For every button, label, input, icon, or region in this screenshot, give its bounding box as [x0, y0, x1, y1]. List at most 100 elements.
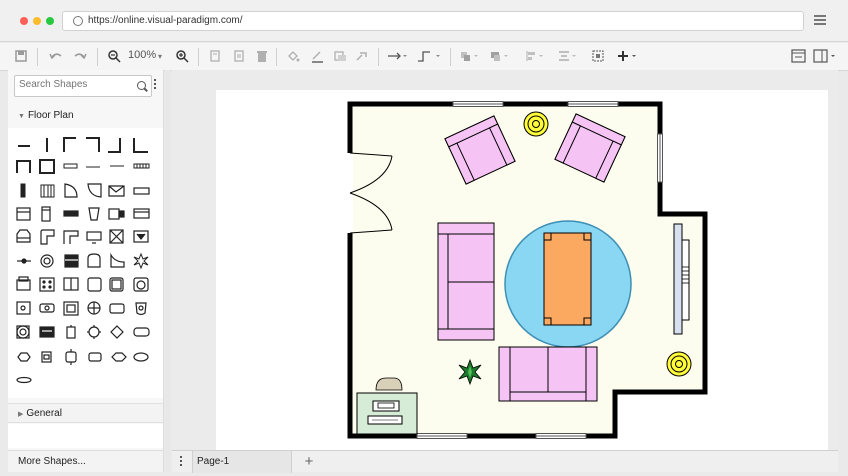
ellipse-table-shape[interactable] — [133, 352, 149, 362]
sofa-shape[interactable] — [39, 326, 55, 338]
browser-menu-icon[interactable] — [814, 15, 826, 25]
conference-table-shape[interactable] — [88, 352, 102, 362]
search-input[interactable] — [19, 79, 129, 90]
add-icon[interactable] — [615, 48, 639, 66]
corner-desk-shape[interactable] — [63, 230, 79, 244]
undo-icon[interactable] — [48, 49, 64, 67]
minimize-window-button[interactable] — [33, 17, 41, 25]
panel-icon[interactable] — [791, 48, 807, 66]
dishwasher-shape[interactable] — [87, 277, 102, 292]
redo-icon[interactable] — [72, 49, 88, 67]
floor-lamp-bottom[interactable] — [666, 351, 692, 377]
section-floor-plan[interactable]: ▼ Floor Plan — [8, 106, 163, 126]
add-page-button[interactable]: + — [300, 453, 318, 471]
diagram-page[interactable] — [216, 90, 828, 450]
maximize-window-button[interactable] — [46, 17, 54, 25]
toilet-shape[interactable] — [16, 229, 31, 243]
hex-table-shape[interactable] — [17, 352, 31, 362]
cabinet-shape[interactable] — [16, 207, 31, 221]
connector-icon[interactable] — [386, 49, 408, 67]
door-swing-shape[interactable] — [64, 183, 78, 198]
bathtub-shape[interactable] — [87, 253, 101, 268]
page-tab[interactable]: Page-1 — [192, 451, 292, 473]
search-box[interactable] — [14, 75, 152, 97]
to-back-icon[interactable] — [489, 49, 511, 67]
layout-icon[interactable] — [813, 48, 839, 66]
door-shape[interactable] — [20, 183, 26, 198]
section-general[interactable]: ▶ General — [8, 403, 163, 423]
waypoint-icon[interactable] — [416, 49, 442, 67]
door-swing-shape[interactable] — [87, 183, 102, 198]
plant-shape[interactable] — [133, 252, 149, 270]
coffee-table[interactable] — [543, 232, 592, 326]
search-icon[interactable] — [137, 81, 146, 90]
delete-icon[interactable] — [255, 49, 269, 67]
zoom-out-icon[interactable] — [107, 49, 121, 67]
zoom-in-icon[interactable] — [175, 49, 189, 67]
wall-corner-shape[interactable] — [63, 137, 76, 152]
align-icon[interactable] — [524, 49, 546, 67]
close-window-button[interactable] — [20, 17, 28, 25]
address-bar[interactable]: https://online.visual-paradigm.com/ — [62, 11, 804, 31]
wall-u-shape[interactable] — [16, 160, 31, 173]
table-4-chairs-shape[interactable] — [88, 326, 100, 338]
sidebar-splitter[interactable] — [165, 70, 171, 472]
sofa-bottom[interactable] — [498, 346, 598, 402]
zoom-level[interactable]: 100% — [128, 49, 156, 61]
monitor-shape[interactable] — [86, 231, 102, 241]
sliding-door-shape[interactable] — [133, 187, 150, 195]
fill-icon[interactable] — [286, 49, 300, 67]
round-table-shape[interactable] — [16, 325, 30, 339]
distribute-icon[interactable] — [557, 49, 579, 67]
couch-shape[interactable] — [39, 303, 55, 313]
sofa-left[interactable] — [437, 222, 495, 341]
tv-stand[interactable] — [673, 223, 690, 335]
stove-shape[interactable] — [64, 254, 79, 268]
paste-icon[interactable] — [232, 49, 246, 67]
chair-shape[interactable] — [66, 326, 76, 339]
dryer-shape[interactable] — [39, 277, 55, 292]
wall-corner-shape[interactable] — [133, 138, 148, 153]
oval-table-shape[interactable] — [133, 327, 150, 337]
diamond-table-shape[interactable] — [110, 325, 124, 339]
l-desk-shape[interactable] — [40, 229, 55, 245]
window-top-left[interactable] — [452, 101, 504, 107]
floor-lamp-top[interactable] — [523, 111, 549, 137]
round-lamp-shape[interactable] — [40, 254, 54, 268]
sidebar-menu-icon[interactable] — [154, 79, 157, 91]
table-chairs-shape[interactable] — [65, 351, 77, 363]
bench-shape[interactable] — [63, 210, 79, 217]
printer-shape[interactable] — [108, 208, 120, 220]
vase-shape[interactable] — [135, 302, 147, 316]
window-top-right[interactable] — [567, 101, 619, 107]
shadow-icon[interactable] — [333, 49, 347, 67]
window-right[interactable] — [657, 133, 663, 183]
window-shape[interactable] — [133, 163, 150, 169]
window-shape[interactable] — [63, 163, 78, 169]
desk-shape[interactable] — [133, 208, 150, 219]
shower-shape[interactable] — [16, 301, 31, 315]
more-shapes-button[interactable]: More Shapes... — [8, 450, 163, 472]
window-bottom-left[interactable] — [416, 433, 468, 439]
save-icon[interactable] — [14, 49, 28, 67]
format-painter-icon[interactable] — [354, 49, 370, 67]
group-icon[interactable] — [591, 49, 605, 67]
oval-rug-shape[interactable] — [16, 376, 32, 384]
locker-shape[interactable] — [41, 206, 51, 222]
line-color-icon[interactable] — [310, 49, 324, 67]
wall-corner-shape[interactable] — [108, 138, 121, 153]
bed-shape[interactable] — [109, 303, 125, 314]
page-menu-icon[interactable] — [180, 456, 183, 468]
square-table-shape[interactable] — [63, 301, 79, 316]
dining-set-shape[interactable] — [41, 351, 52, 363]
double-door-shape[interactable] — [108, 185, 125, 197]
window-bottom-right[interactable] — [535, 433, 587, 439]
trash-can-shape[interactable] — [88, 207, 100, 221]
octagon-table-shape[interactable] — [111, 352, 127, 362]
to-front-icon[interactable] — [459, 49, 481, 67]
wall-corner-shape[interactable] — [86, 137, 100, 152]
room-shape[interactable] — [39, 159, 55, 174]
copy-icon[interactable] — [208, 49, 222, 67]
piano-shape[interactable] — [110, 252, 125, 268]
zoom-dropdown-icon[interactable]: ▾ — [158, 48, 162, 66]
